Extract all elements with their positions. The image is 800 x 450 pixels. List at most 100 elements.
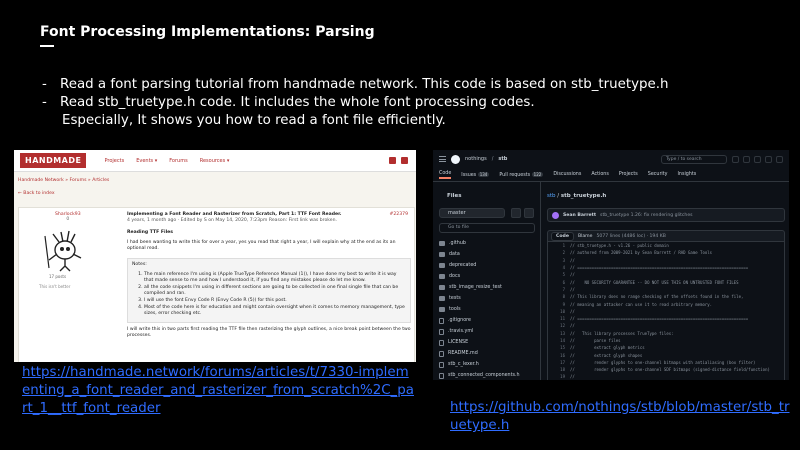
- folder-icon: [439, 296, 445, 301]
- avatar[interactable]: [552, 211, 559, 219]
- repo-owner[interactable]: nothings: [465, 156, 487, 162]
- branch-select[interactable]: master: [439, 208, 505, 218]
- code-line: 1// stb_truetype.h - v1.26 - public doma…: [548, 242, 784, 249]
- line-number[interactable]: 7: [548, 287, 570, 292]
- code-text: //: [570, 374, 575, 380]
- file-tree-item-label: LICENSE: [448, 340, 469, 345]
- tab-security[interactable]: Security: [648, 172, 668, 177]
- line-number[interactable]: 17: [548, 360, 570, 365]
- nav-resources[interactable]: Resources ▾: [200, 158, 230, 164]
- file-tree-item[interactable]: stb_c_lexer.h: [439, 359, 539, 370]
- menu-icon[interactable]: [439, 156, 446, 162]
- line-number[interactable]: 15: [548, 345, 570, 350]
- breadcrumb[interactable]: Handmade Network » Forums » Articles: [18, 178, 109, 183]
- line-number[interactable]: 9: [548, 302, 570, 307]
- github-logo-icon[interactable]: [451, 154, 460, 164]
- tab-pull-requests-label: Pull requests: [499, 172, 531, 178]
- section-heading: Reading TTF Files: [127, 230, 174, 235]
- code-line: 19//: [548, 373, 784, 380]
- command-palette-icon[interactable]: [732, 155, 739, 163]
- github-stb-link[interactable]: https://github.com/nothings/stb/blob/mas…: [450, 399, 790, 435]
- file-tree-item-label: .travis.yml: [448, 329, 474, 334]
- blame-tab[interactable]: Blame: [578, 234, 593, 239]
- pull-requests-count: 122: [531, 171, 544, 177]
- file-tree-item[interactable]: README.md: [439, 348, 539, 359]
- file-tree-item[interactable]: deprecated: [439, 260, 539, 271]
- tab-discussions[interactable]: Discussions: [553, 172, 581, 177]
- issues-icon[interactable]: [754, 155, 761, 163]
- code-line: 16// extract glyph shapes: [548, 351, 784, 358]
- bullet-item: - Read a font parsing tutorial from hand…: [42, 76, 782, 94]
- line-number[interactable]: 2: [548, 250, 570, 255]
- line-number[interactable]: 19: [548, 374, 570, 379]
- go-to-file-input[interactable]: Go to file: [439, 223, 535, 233]
- file-tree-item[interactable]: .github: [439, 238, 539, 249]
- tab-insights[interactable]: Insights: [677, 172, 696, 177]
- file-tree-item[interactable]: tests: [439, 293, 539, 304]
- file-tree-item[interactable]: tools: [439, 304, 539, 315]
- file-tree-item[interactable]: stb_connected_components.h: [439, 370, 539, 380]
- code-text: // =====================================…: [570, 316, 749, 322]
- twitter-icon[interactable]: [389, 157, 396, 164]
- code-tab[interactable]: Code: [551, 231, 574, 241]
- code-text: //: [570, 286, 575, 292]
- handmade-article-link[interactable]: https://handmade.network/forums/articles…: [22, 364, 414, 418]
- plus-icon[interactable]: [743, 155, 750, 163]
- commit-message[interactable]: stb_truetype 1.26: fix rendering glitche…: [600, 213, 693, 218]
- add-file-icon[interactable]: [511, 208, 521, 218]
- commit-author[interactable]: Sean Barrett: [563, 213, 596, 218]
- repo-name[interactable]: stb: [498, 156, 507, 162]
- line-number[interactable]: 13: [548, 331, 570, 336]
- file-tree-item-label: docs: [449, 274, 461, 279]
- line-number[interactable]: 8: [548, 294, 570, 299]
- line-number[interactable]: 12: [548, 323, 570, 328]
- code-line: 14// parse files: [548, 337, 784, 344]
- user-tagline: This isn't better: [39, 284, 71, 289]
- handmade-topbar: HANDMADE Projects Events ▾ Forums Resour…: [14, 150, 416, 172]
- search-input[interactable]: Type / to search: [661, 154, 727, 164]
- line-number[interactable]: 18: [548, 367, 570, 372]
- notes-label: Notes:: [132, 262, 147, 267]
- code-toolbar: Code Blame 5077 lines (4486 loc) · 194 K…: [547, 230, 785, 242]
- back-link[interactable]: ← Back to index: [18, 191, 55, 196]
- note-item: I will use the font Envy Code R (Envy Co…: [144, 298, 406, 304]
- path-repo[interactable]: stb: [547, 193, 556, 199]
- files-title: Files: [447, 193, 462, 199]
- code-line: 12//: [548, 322, 784, 329]
- code-text: // authored from 2009-2021 by Sean Barre…: [570, 250, 713, 256]
- file-tree-item[interactable]: .gitignore: [439, 315, 539, 326]
- line-number[interactable]: 11: [548, 316, 570, 321]
- tab-projects[interactable]: Projects: [619, 172, 638, 177]
- tab-issues[interactable]: Issues 134: [461, 171, 490, 178]
- nav-projects[interactable]: Projects: [104, 158, 124, 164]
- line-number[interactable]: 16: [548, 353, 570, 358]
- file-tree-item[interactable]: docs: [439, 271, 539, 282]
- search-icon[interactable]: [524, 208, 534, 218]
- code-line: 6// NO SECURITY GUARANTEE -- DO NOT USE …: [548, 278, 784, 285]
- tab-pull-requests[interactable]: Pull requests 122: [499, 171, 544, 178]
- line-number[interactable]: 5: [548, 272, 570, 277]
- file-tree-item-label: tools: [449, 307, 461, 312]
- line-number[interactable]: 3: [548, 258, 570, 263]
- note-item: Most of the code here is for education a…: [144, 305, 406, 317]
- line-number[interactable]: 1: [548, 243, 570, 248]
- notes-list: The main reference I'm using is (Apple T…: [132, 272, 406, 317]
- file-tree-item[interactable]: .travis.yml: [439, 326, 539, 337]
- file-tree-item[interactable]: LICENSE: [439, 337, 539, 348]
- file-tree-item[interactable]: stb_image_resize_test: [439, 282, 539, 293]
- tab-code[interactable]: Code: [439, 171, 452, 179]
- pull-requests-icon[interactable]: [765, 155, 772, 163]
- file-tree-item[interactable]: data: [439, 249, 539, 260]
- line-number[interactable]: 14: [548, 338, 570, 343]
- line-number[interactable]: 10: [548, 309, 570, 314]
- note-item: The main reference I'm using is (Apple T…: [144, 272, 406, 284]
- nav-forums[interactable]: Forums: [169, 158, 187, 164]
- line-number[interactable]: 6: [548, 280, 570, 285]
- nav-events[interactable]: Events ▾: [136, 158, 157, 164]
- discord-icon[interactable]: [401, 157, 408, 164]
- handmade-logo[interactable]: HANDMADE: [20, 153, 87, 168]
- code-line: 7//: [548, 286, 784, 293]
- inbox-icon[interactable]: [776, 155, 783, 163]
- line-number[interactable]: 4: [548, 265, 570, 270]
- tab-actions[interactable]: Actions: [591, 172, 609, 177]
